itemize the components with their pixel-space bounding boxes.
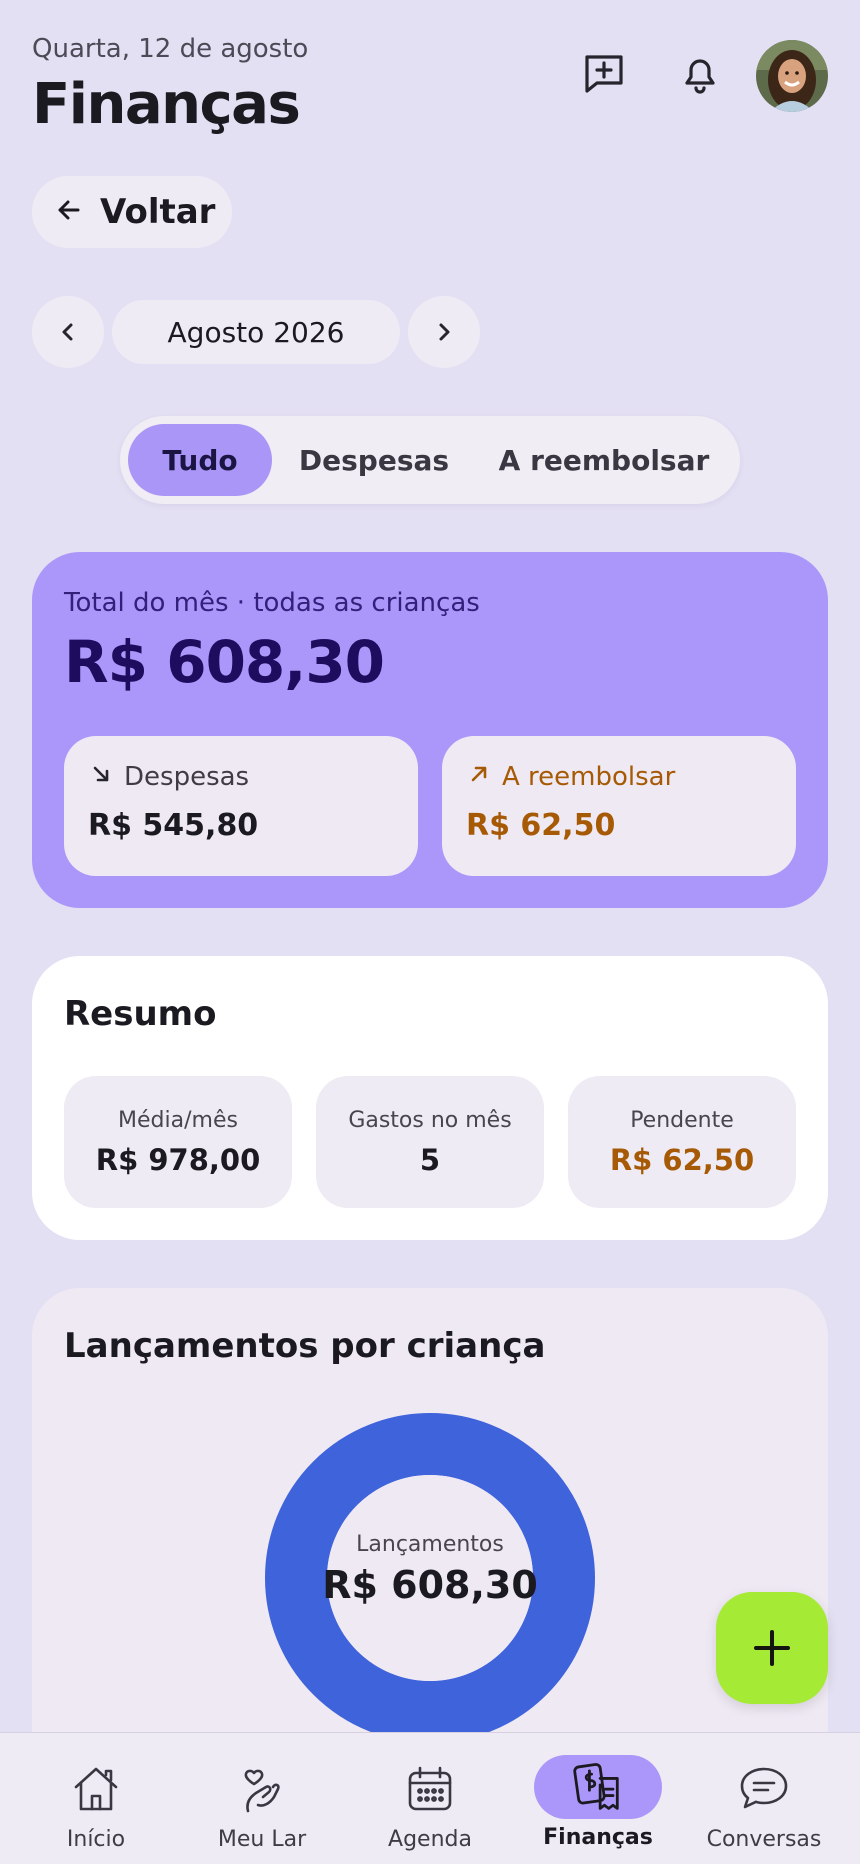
hand-heart-icon (198, 1757, 326, 1821)
arrow-up-right-icon (468, 762, 490, 792)
bottom-nav: Início Meu Lar Agenda Finanças Conversas (0, 1732, 860, 1864)
nav-inicio[interactable]: Início (10, 1733, 182, 1864)
add-entry-button[interactable] (716, 1592, 828, 1704)
plus-icon (754, 1630, 790, 1666)
expenses-value: R$ 545,80 (88, 808, 259, 843)
stat-average: Média/mês R$ 978,00 (64, 1076, 292, 1208)
chat-bubble-icon (700, 1757, 828, 1821)
donut-center: Lançamentos R$ 608,30 (300, 1532, 560, 1607)
donut-center-value: R$ 608,30 (322, 1563, 538, 1607)
tab-despesas[interactable]: Despesas (280, 424, 468, 496)
reimburse-value: R$ 62,50 (466, 808, 616, 843)
calendar-icon (366, 1757, 494, 1821)
stat-value: 5 (419, 1142, 441, 1177)
stat-pending: Pendente R$ 62,50 (568, 1076, 796, 1208)
nav-financas[interactable]: Finanças (512, 1733, 684, 1864)
expenses-card[interactable]: Despesas R$ 545,80 (64, 736, 418, 876)
stat-label: Gastos no mês (348, 1107, 512, 1133)
stat-value: R$ 978,00 (95, 1142, 261, 1177)
stat-value: R$ 62,50 (609, 1142, 755, 1177)
nav-conversas[interactable]: Conversas (678, 1733, 850, 1864)
stat-label: Pendente (630, 1107, 734, 1133)
bell-icon[interactable] (672, 46, 728, 102)
home-icon (32, 1757, 160, 1821)
nav-agenda[interactable]: Agenda (344, 1733, 516, 1864)
arrow-left-icon (56, 192, 82, 232)
tab-tudo[interactable]: Tudo (128, 424, 272, 496)
back-label: Voltar (100, 192, 216, 232)
total-label: Total do mês · todas as crianças (64, 588, 480, 618)
nav-meu-lar[interactable]: Meu Lar (176, 1733, 348, 1864)
expenses-label: Despesas (124, 762, 250, 792)
entries-title: Lançamentos por criança (64, 1326, 546, 1366)
previous-month-button[interactable] (32, 296, 104, 368)
nav-label: Meu Lar (217, 1827, 307, 1852)
reimburse-label: A reembolsar (502, 762, 676, 792)
nav-label: Início (66, 1827, 126, 1852)
avatar[interactable] (756, 40, 828, 112)
reimburse-card[interactable]: A reembolsar R$ 62,50 (442, 736, 796, 876)
next-month-button[interactable] (408, 296, 480, 368)
nav-label: Agenda (388, 1827, 472, 1852)
money-receipt-icon (534, 1755, 662, 1819)
nav-label: Finanças (543, 1825, 653, 1850)
filter-tabs: Tudo Despesas A reembolsar (120, 416, 740, 504)
page-title: Finanças (32, 72, 301, 137)
stat-expenses-count: Gastos no mês 5 (316, 1076, 544, 1208)
nav-label: Conversas (706, 1827, 822, 1852)
chevron-left-icon (62, 323, 73, 341)
stat-label: Média/mês (118, 1107, 238, 1133)
month-label[interactable]: Agosto 2026 (112, 300, 400, 364)
chat-add-icon[interactable] (576, 46, 632, 102)
donut-center-label: Lançamentos (356, 1532, 504, 1557)
total-value: R$ 608,30 (64, 628, 385, 696)
current-date: Quarta, 12 de agosto (32, 34, 309, 64)
back-button[interactable]: Voltar (32, 176, 232, 248)
tab-a-reembolsar[interactable]: A reembolsar (480, 424, 728, 496)
arrow-down-right-icon (90, 762, 112, 792)
chevron-right-icon (439, 323, 450, 341)
summary-title: Resumo (64, 994, 217, 1034)
